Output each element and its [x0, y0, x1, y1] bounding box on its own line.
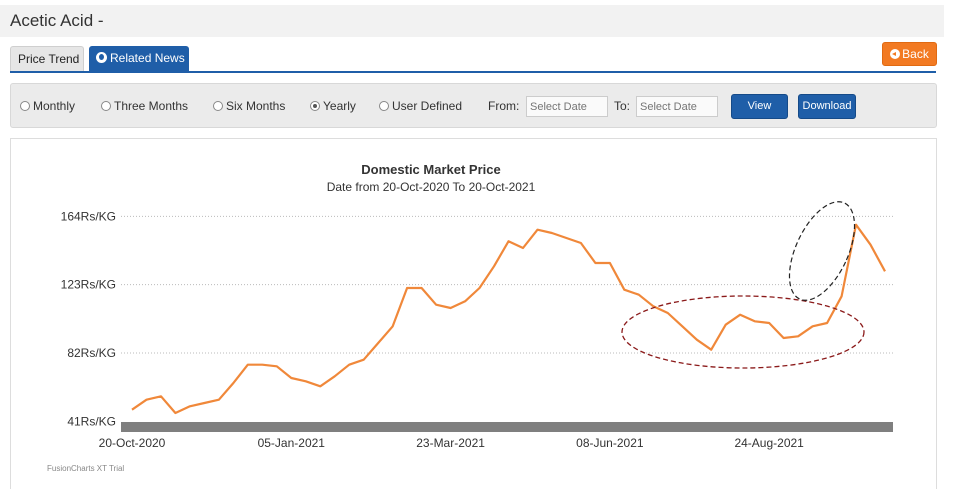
chart-panel: Domestic Market Price Date from 20-Oct-2… [10, 138, 937, 489]
x-tick-label: 23-Mar-2021 [416, 436, 485, 450]
arrow-left-icon [890, 49, 901, 59]
x-tick-label: 08-Jun-2021 [576, 436, 644, 450]
radio-six-months[interactable]: Six Months [213, 99, 285, 113]
radio-label: Six Months [226, 99, 286, 113]
radio-label: Monthly [33, 99, 76, 113]
page-title: Acetic Acid - [10, 11, 104, 30]
back-button-label: Back [902, 47, 929, 61]
x-tick-label: 05-Jan-2021 [258, 436, 326, 450]
highlight-ellipse-dip [621, 295, 865, 369]
radio-user-defined[interactable]: User Defined [379, 99, 462, 113]
radio-monthly[interactable]: Monthly [20, 99, 75, 113]
y-tick-label: 82Rs/KG [67, 346, 116, 360]
radio-label: Yearly [323, 99, 356, 113]
chart-title: Domestic Market Price [361, 162, 500, 177]
chart-subtitle: Date from 20-Oct-2020 To 20-Oct-2021 [327, 180, 536, 194]
price-line [131, 223, 886, 415]
from-label: From: [488, 99, 520, 113]
radio-circle-icon [101, 101, 111, 111]
radio-circle-icon [213, 101, 223, 111]
view-button[interactable]: View [731, 94, 788, 119]
y-tick-label: 164Rs/KG [61, 209, 116, 223]
globe-icon [96, 52, 107, 63]
x-axis-bar [121, 422, 893, 432]
radio-yearly[interactable]: Yearly [310, 99, 356, 113]
x-tick-label: 24-Aug-2021 [734, 436, 804, 450]
price-trend-chart: Domestic Market Price Date from 20-Oct-2… [47, 162, 893, 473]
tab-price-trend[interactable]: Price Trend [10, 46, 84, 71]
from-date-input[interactable] [526, 96, 608, 117]
tab-related-news-label: Related News [110, 51, 185, 65]
back-button[interactable]: Back [882, 42, 937, 66]
to-date-input[interactable] [636, 96, 718, 117]
radio-circle-icon [20, 101, 30, 111]
y-tick-label: 123Rs/KG [61, 278, 116, 292]
tab-related-news[interactable]: Related News [89, 46, 189, 71]
highlight-ellipse-peak [788, 201, 856, 301]
x-tick-label: 20-Oct-2020 [99, 436, 166, 450]
filter-bar: Monthly Three Months Six Months Yearly U… [10, 83, 937, 128]
radio-label: User Defined [392, 99, 463, 113]
download-button[interactable]: Download [798, 94, 856, 119]
radio-label: Three Months [114, 99, 189, 113]
tab-underline [10, 71, 936, 73]
radio-circle-checked-icon [310, 101, 320, 111]
title-bar: Acetic Acid - [0, 5, 944, 37]
chart-watermark: FusionCharts XT Trial [47, 464, 124, 473]
radio-three-months[interactable]: Three Months [101, 99, 188, 113]
radio-circle-icon [379, 101, 389, 111]
to-label: To: [614, 99, 631, 113]
y-tick-label: 41Rs/KG [67, 414, 116, 428]
